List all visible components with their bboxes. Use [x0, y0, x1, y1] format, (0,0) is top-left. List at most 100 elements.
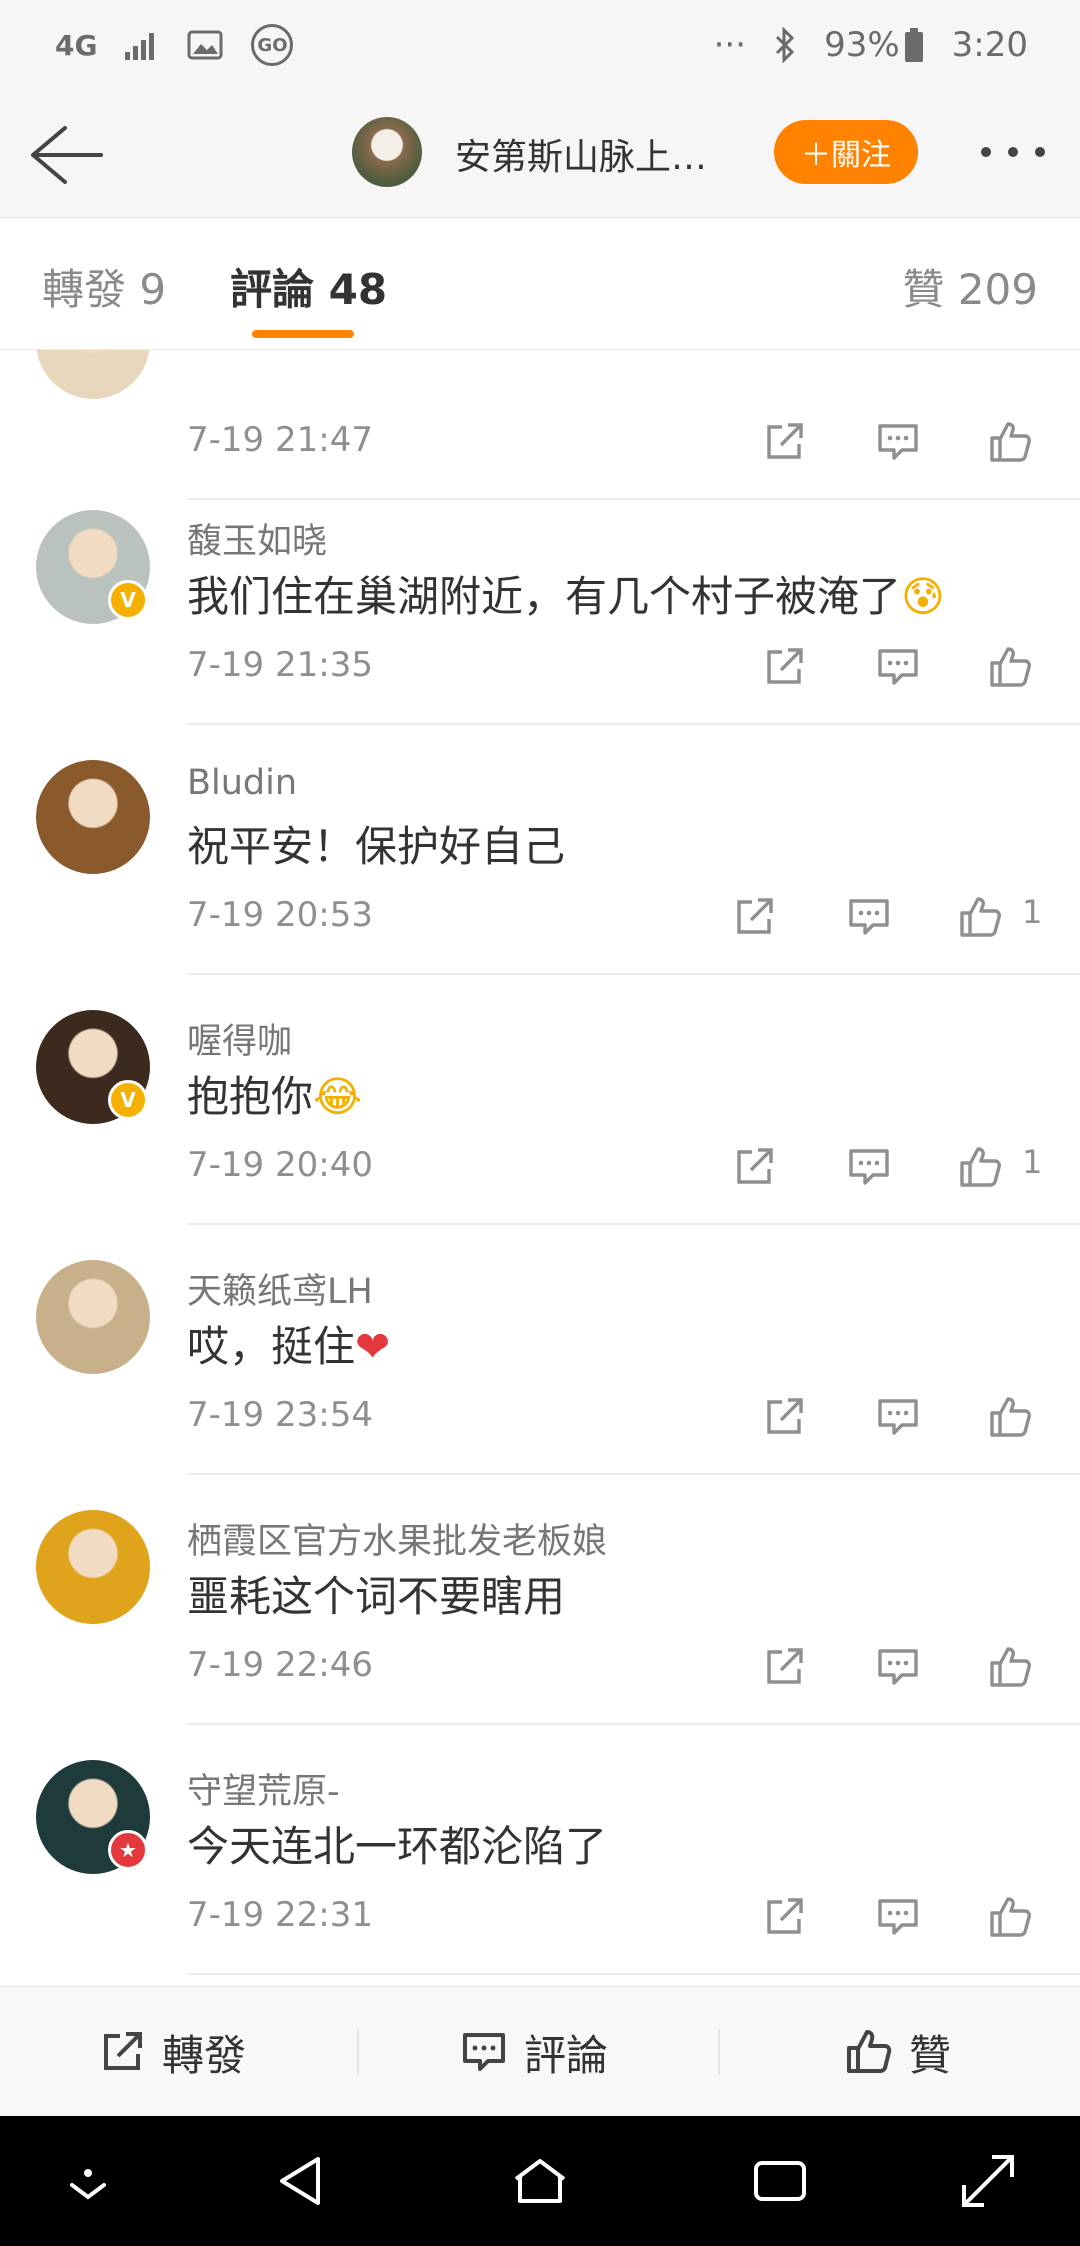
like-icon[interactable] [988, 645, 1032, 689]
share-icon[interactable] [762, 1645, 806, 1689]
share-icon[interactable] [762, 1895, 806, 1939]
comment-item[interactable]: 天籁纸鸢LH 哎，挺住❤ 7-19 23:54 [0, 1225, 1080, 1475]
commenter-name[interactable]: 天籁纸鸢LH [187, 1263, 373, 1314]
like-count: 1 [1022, 893, 1043, 931]
verified-badge-icon: V [108, 580, 148, 620]
comment-time: 7-19 22:31 [187, 1895, 373, 1935]
comment-text-body: 今天连北一环都沦陷了 [187, 1822, 608, 1871]
comment-text: 抱抱你😂 [187, 1063, 362, 1124]
bottom-action-bar: 轉發 評論 贊 [0, 1986, 1080, 2116]
author-avatar[interactable] [352, 117, 422, 187]
like-label: 贊 [909, 2030, 952, 2080]
battery-percent: 93% [824, 25, 900, 65]
emoji-icon: ❤ [355, 1322, 391, 1371]
share-icon [104, 2032, 142, 2070]
comment-time: 7-19 21:35 [187, 645, 373, 685]
tab-bar: 轉發 9 評論 48 贊 209 [0, 218, 1080, 350]
status-right: ··· 93% 3:20 [714, 25, 1028, 65]
reply-icon[interactable] [876, 1645, 920, 1689]
member-badge-icon: ★ [108, 1830, 148, 1870]
like-icon[interactable] [988, 1895, 1032, 1939]
commenter-name[interactable]: Bludin [187, 763, 297, 803]
comment-item[interactable]: 栖霞区官方水果批发老板娘 噩耗这个词不要瞎用 7-19 22:46 [0, 1475, 1080, 1725]
system-nav-bar [0, 2116, 1080, 2246]
commenter-avatar[interactable] [36, 350, 150, 399]
nav-home-icon[interactable] [510, 2151, 570, 2211]
emoji-icon: 😂 [313, 1072, 363, 1121]
comment-time: 7-19 23:54 [187, 1395, 373, 1435]
like-icon[interactable] [958, 1145, 1002, 1189]
divider [357, 2029, 359, 2075]
tab-like[interactable]: 贊 209 [902, 256, 1038, 317]
comment-list[interactable]: 7-19 21:47 V 馥玉如晓 我们住在巢湖附近，有几个村子被淹了😰 7-19 21… [0, 350, 1080, 1986]
comment-text: 噩耗这个词不要瞎用 [187, 1563, 565, 1624]
battery-icon [904, 28, 923, 62]
thumbs-up-icon [847, 2030, 892, 2073]
comment-text-body: 我们住在巢湖附近，有几个村子被淹了 [187, 572, 902, 621]
commenter-name[interactable]: 喔得咖 [187, 1013, 292, 1064]
reply-icon[interactable] [876, 1395, 920, 1439]
divider [187, 1973, 1080, 1975]
comment-button[interactable]: 評論 [460, 1987, 608, 2117]
comment-item[interactable]: V 喔得咖 抱抱你😂 7-19 20:40 1 [0, 975, 1080, 1225]
commenter-avatar[interactable] [36, 760, 150, 874]
share-icon[interactable] [732, 1145, 776, 1189]
status-left: 4G GO [55, 24, 294, 66]
share-icon[interactable] [732, 895, 776, 939]
reply-icon[interactable] [876, 645, 920, 689]
gallery-icon [187, 30, 223, 60]
repost-button[interactable]: 轉發 [98, 1987, 246, 2117]
comment-text-body: 哎，挺住 [187, 1322, 356, 1371]
reply-icon[interactable] [876, 420, 920, 464]
nav-recents-icon[interactable] [750, 2151, 810, 2211]
commenter-name[interactable]: 馥玉如晓 [187, 513, 327, 564]
clock: 3:20 [951, 25, 1028, 65]
comment-text-body: 祝平安！保护好自己 [187, 822, 566, 871]
like-button[interactable]: 贊 [845, 1987, 951, 2117]
bluetooth-icon [776, 27, 795, 63]
like-icon[interactable] [988, 1395, 1032, 1439]
signal-icon [125, 33, 155, 60]
commenter-name[interactable]: 守望荒原- [187, 1763, 340, 1814]
follow-button[interactable]: ＋關注 [774, 120, 918, 184]
reply-icon[interactable] [847, 895, 891, 939]
nav-back-icon[interactable] [272, 2151, 332, 2211]
comment-time: 7-19 20:40 [187, 1145, 373, 1185]
top-header: 安第斯山脉上… ＋關注 [0, 90, 1080, 218]
hide-keyboard-icon[interactable] [58, 2151, 118, 2211]
comment-text: 祝平安！保护好自己 [187, 813, 565, 874]
share-icon[interactable] [762, 1395, 806, 1439]
back-arrow-icon[interactable] [25, 120, 105, 190]
comment-item[interactable]: Bludin 祝平安！保护好自己 7-19 20:53 1 [0, 725, 1080, 975]
comment-item[interactable]: V 馥玉如晓我们住在巢湖附近，有几个村子被淹了😰 7-19 21:35 [0, 475, 1080, 725]
comment-item[interactable]: ★ 守望荒原- 今天连北一环都沦陷了 7-19 22:31 [0, 1725, 1080, 1975]
network-type: 4G [55, 28, 98, 62]
like-count: 1 [1022, 1143, 1043, 1181]
share-icon[interactable] [762, 420, 806, 464]
comment-icon [463, 2033, 505, 2071]
repost-label: 轉發 [162, 2030, 247, 2080]
tab-repost[interactable]: 轉發 9 [42, 256, 166, 317]
comment-text-body: 噩耗这个词不要瞎用 [187, 1572, 566, 1621]
like-icon[interactable] [958, 895, 1002, 939]
like-icon[interactable] [988, 420, 1032, 464]
commenter-avatar[interactable] [36, 1260, 150, 1374]
status-bar: 4G GO ··· 93% 3:20 [0, 0, 1080, 90]
author-title[interactable]: 安第斯山脉上… [455, 128, 707, 180]
emoji-icon: 😰 [901, 572, 945, 621]
reply-icon[interactable] [847, 1145, 891, 1189]
tab-comment[interactable]: 評論 48 [230, 256, 387, 317]
comment-time: 7-19 22:46 [187, 1645, 373, 1685]
comment-text-body: 抱抱你 [187, 1072, 314, 1121]
nav-screenshot-icon[interactable] [958, 2151, 1018, 2211]
reply-icon[interactable] [876, 1895, 920, 1939]
share-icon[interactable] [762, 645, 806, 689]
commenter-name[interactable]: 栖霞区官方水果批发老板娘 [187, 1513, 607, 1564]
comment-label: 評論 [524, 2030, 609, 2080]
like-icon[interactable] [988, 1645, 1032, 1689]
tab-active-indicator [252, 330, 354, 338]
verified-badge-icon: V [108, 1080, 148, 1120]
more-options-icon[interactable] [978, 140, 1048, 164]
battery: 93% [824, 25, 924, 65]
commenter-avatar[interactable] [36, 1510, 150, 1624]
